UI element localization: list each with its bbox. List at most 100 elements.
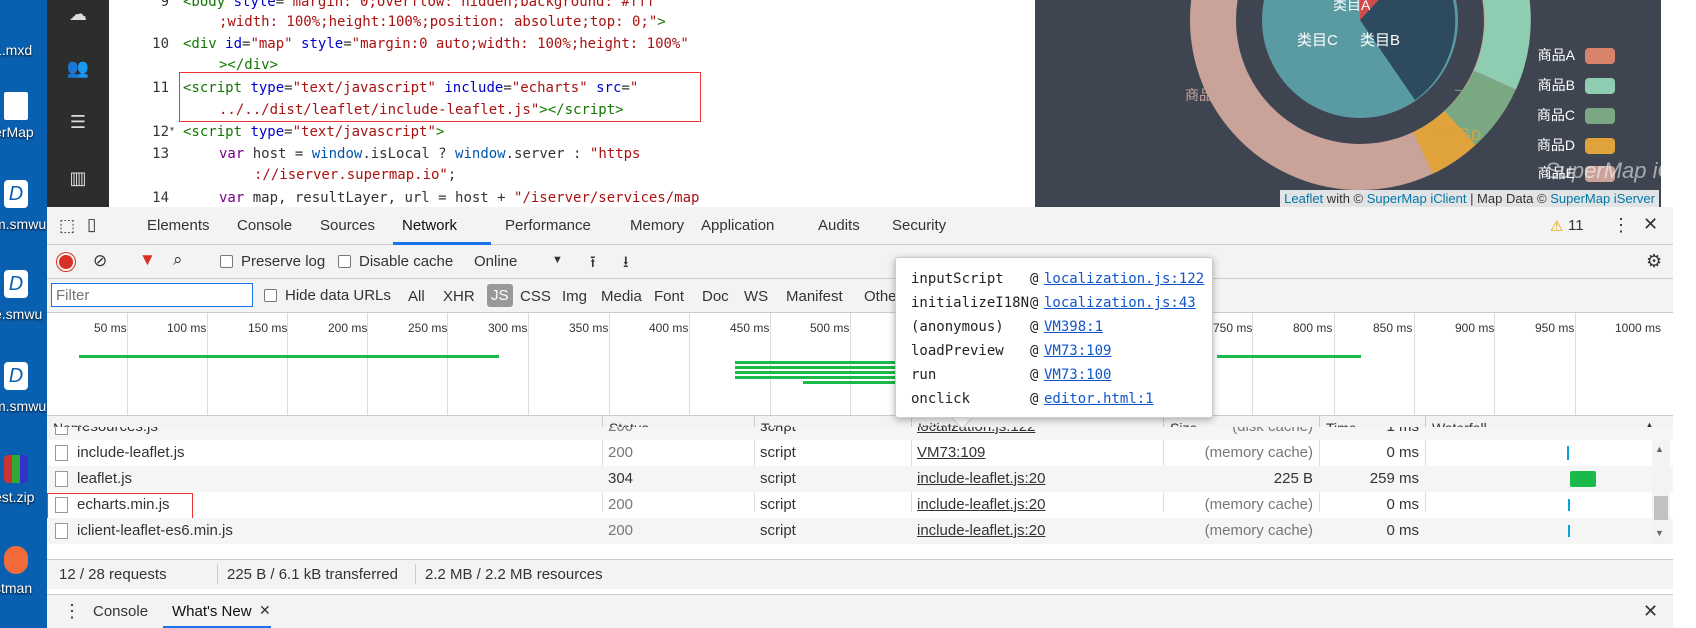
scrollbar-thumb[interactable] (1654, 496, 1668, 520)
settings-gear-icon[interactable]: ⚙ (1646, 251, 1662, 272)
import-har-icon[interactable]: ⭱ (590, 251, 596, 278)
tab-console[interactable]: Console (237, 217, 292, 234)
filter-type-css[interactable]: CSS (520, 288, 551, 305)
users-icon[interactable]: 👥 (65, 58, 91, 80)
request-time: 0 ms (1386, 522, 1419, 539)
filter-icon[interactable]: ▼ (139, 250, 156, 270)
device-toolbar-icon[interactable]: ▯ (87, 215, 96, 235)
network-overview-timeline[interactable]: 50 ms 100 ms 150 ms 200 ms 250 ms 300 ms… (47, 313, 1673, 416)
tab-sources[interactable]: Sources (320, 217, 375, 234)
more-options-icon[interactable]: ⋮ (1612, 215, 1630, 236)
hide-data-urls-checkbox[interactable] (264, 289, 277, 302)
script-file-icon (55, 523, 68, 539)
table-row[interactable]: leaflet.js 304 script include-leaflet.js… (47, 466, 1673, 492)
filter-type-media[interactable]: Media (601, 288, 642, 305)
stack-function: run (911, 367, 937, 383)
stack-source-link[interactable]: VM398:1 (1044, 319, 1103, 335)
request-initiator-link[interactable]: include-leaflet.js:20 (917, 466, 1045, 492)
stack-source-link[interactable]: VM73:100 (1044, 367, 1111, 383)
request-initiator-link[interactable]: localization.js:122 (917, 427, 1035, 440)
filter-type-js[interactable]: JS (487, 284, 513, 307)
request-name: include-leaflet.js (77, 444, 185, 461)
tab-application[interactable]: Application (701, 217, 774, 234)
request-initiator-link[interactable]: include-leaflet.js:20 (917, 492, 1045, 518)
smwu-icon: D (4, 362, 28, 390)
filter-type-all[interactable]: All (408, 288, 425, 305)
scrollbar[interactable]: ▲ ▼ (1652, 440, 1670, 544)
map-icon[interactable]: ▥ (65, 168, 91, 190)
legend-label: 商品D (1537, 137, 1575, 153)
tick-label: 350 ms (569, 321, 609, 335)
hide-data-urls-label: Hide data URLs (285, 287, 391, 304)
tab-audits[interactable]: Audits (818, 217, 860, 234)
table-row[interactable]: echarts.min.js 200 script include-leafle… (47, 492, 1673, 519)
filter-type-font[interactable]: Font (654, 288, 684, 305)
filter-type-img[interactable]: Img (562, 288, 587, 305)
warning-icon[interactable]: ⚠ (1550, 217, 1563, 235)
stack-source-link[interactable]: localization.js:122 (1044, 271, 1204, 287)
transferred-size: 225 B / 6.1 kB transferred (227, 566, 398, 583)
close-devtools-icon[interactable]: ✕ (1643, 214, 1658, 235)
iserver-link[interactable]: SuperMap iServer (1550, 191, 1655, 206)
filter-input[interactable] (51, 283, 253, 307)
tab-security[interactable]: Security (892, 217, 946, 234)
preserve-log-checkbox[interactable] (220, 255, 233, 268)
tab-elements[interactable]: Elements (147, 217, 210, 234)
code-line: <div id="map" style="margin:0 auto;width… (183, 36, 689, 52)
fold-arrow-icon[interactable]: ▾ (169, 124, 175, 135)
tick-label: 200 ms (328, 321, 368, 335)
filter-type-doc[interactable]: Doc (702, 288, 729, 305)
drawer-tab-whats-new[interactable]: What's New (172, 603, 252, 620)
close-drawer-icon[interactable]: ✕ (1643, 601, 1658, 622)
table-row[interactable]: iclient-leaflet-es6.min.js 200 script in… (47, 518, 1673, 544)
drawer-menu-icon[interactable]: ⋮ (63, 601, 81, 622)
search-icon[interactable]: ⌕ (173, 250, 183, 270)
throttle-select[interactable]: Online (474, 253, 517, 270)
scroll-down-icon[interactable]: ▼ (1655, 528, 1664, 538)
stack-source-link[interactable]: editor.html:1 (1044, 391, 1154, 407)
stack-source-link[interactable]: localization.js:43 (1044, 295, 1196, 311)
code-line: <script type="text/javascript"> (183, 124, 445, 140)
leaflet-link[interactable]: Leaflet (1284, 191, 1323, 206)
chevron-down-icon[interactable]: ▼ (552, 254, 563, 266)
map-preview[interactable]: 类目A 类目B 类目C 商品B 商品C 商品D 商品E 商品A 商品B 商品C … (1035, 0, 1661, 207)
tab-memory[interactable]: Memory (630, 217, 684, 234)
table-row[interactable]: resources.js 200 script localization.js:… (47, 427, 1673, 440)
tab-performance[interactable]: Performance (505, 217, 591, 234)
waterfall-bar (1570, 471, 1596, 487)
code-editor[interactable]: 9 <body style="margin: 0;overflow: hidde… (109, 0, 759, 207)
request-name: leaflet.js (77, 470, 133, 487)
timeline-gridline (1575, 313, 1576, 415)
stack-source-link[interactable]: VM73:109 (1044, 343, 1111, 359)
server-icon[interactable]: ☰ (65, 112, 91, 134)
disable-cache-checkbox[interactable] (338, 255, 351, 268)
scroll-up-icon[interactable]: ▲ (1655, 444, 1664, 454)
close-tab-icon[interactable]: ✕ (259, 602, 271, 619)
table-row[interactable]: include-leaflet.js 200 script VM73:109 (… (47, 440, 1673, 466)
filter-type-manifest[interactable]: Manifest (786, 288, 843, 305)
filter-type-xhr[interactable]: XHR (443, 288, 475, 305)
devtools-drawer: ⋮ Console What's New ✕ ✕ (47, 594, 1673, 628)
request-initiator-link[interactable]: include-leaflet.js:20 (917, 518, 1045, 544)
legend-swatch (1585, 48, 1615, 64)
iclient-link[interactable]: SuperMap iClient (1367, 191, 1467, 206)
tab-network[interactable]: Network (402, 217, 457, 234)
code-line: ></div> (219, 57, 279, 73)
cloud-icon[interactable]: ☁ (65, 4, 91, 26)
tick-label: 500 ms (810, 321, 850, 335)
tick-label: 100 ms (167, 321, 207, 335)
request-size: (disk cache) (1163, 427, 1313, 440)
request-status: 200 (608, 522, 634, 539)
inspect-element-icon[interactable]: ⬚ (59, 216, 75, 236)
drawer-tab-console[interactable]: Console (93, 603, 148, 620)
warning-count[interactable]: 11 (1568, 217, 1584, 234)
record-icon[interactable] (57, 253, 75, 271)
export-har-icon[interactable]: ⭳ (623, 251, 629, 278)
timeline-gridline (1334, 313, 1335, 415)
desktop-icon-label: m.smwu (0, 398, 47, 414)
filter-type-ws[interactable]: WS (744, 288, 768, 305)
clear-icon[interactable]: ⊘ (93, 251, 107, 271)
request-initiator-link[interactable]: VM73:109 (917, 440, 985, 466)
timeline-gridline (609, 313, 610, 415)
code-line: var host = window.isLocal ? window.serve… (219, 146, 641, 162)
